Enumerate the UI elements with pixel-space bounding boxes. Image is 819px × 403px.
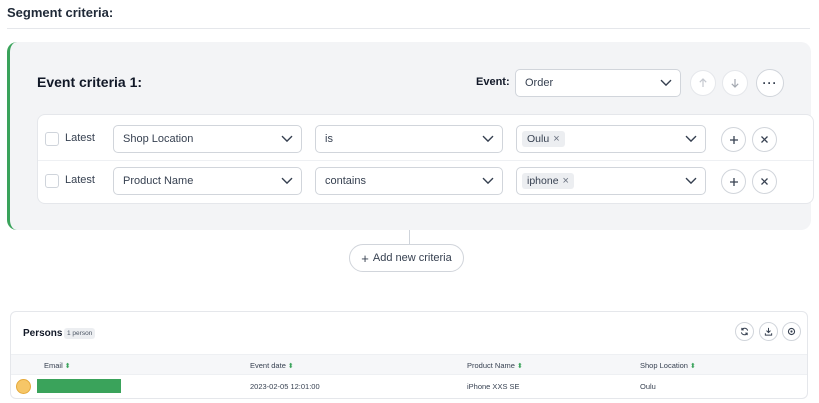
event-label: Event: [476, 76, 510, 88]
persons-card: Persons 1 person Email ⬍ Event date ⬍ Prod… [10, 311, 808, 399]
value-chip: Oulu × [522, 131, 565, 147]
latest-label: Latest [65, 174, 95, 186]
more-options-button[interactable]: ··· [756, 69, 784, 97]
criteria-row: Latest Product Name contains iphone × [38, 160, 813, 201]
latest-checkbox[interactable] [45, 132, 59, 146]
chevron-down-icon [482, 177, 494, 185]
remove-chip-icon[interactable]: × [563, 175, 569, 187]
chevron-down-icon [660, 79, 672, 87]
sort-icon: ⬍ [64, 363, 71, 370]
operator-select-value: contains [325, 175, 366, 187]
event-date-cell: 2023-02-05 12:01:00 [250, 382, 320, 391]
segment-criteria-title: Segment criteria: [7, 5, 114, 20]
value-chip-label: iphone [527, 175, 559, 187]
remove-condition-button[interactable] [752, 127, 777, 152]
criteria-rows: Latest Shop Location is Oulu × Latest Pr… [37, 114, 814, 204]
event-select-value: Order [525, 77, 554, 89]
chevron-down-icon [685, 177, 697, 185]
move-up-button[interactable] [690, 70, 716, 96]
download-icon [764, 327, 773, 336]
plus-icon: + [361, 250, 369, 266]
event-select[interactable]: Order [515, 69, 681, 97]
chevron-down-icon [281, 135, 293, 143]
remove-chip-icon[interactable]: × [553, 133, 559, 145]
value-chip: iphone × [522, 173, 574, 189]
product-name-cell: iPhone XXS SE [467, 382, 520, 391]
column-header-event-date[interactable]: Event date ⬍ [250, 361, 294, 370]
move-down-button[interactable] [722, 70, 748, 96]
value-chip-label: Oulu [527, 133, 550, 145]
chevron-down-icon [482, 135, 494, 143]
plus-icon [729, 135, 738, 144]
add-condition-button[interactable] [721, 169, 746, 194]
gear-icon [787, 327, 796, 336]
event-criteria-title: Event criteria 1: [37, 74, 143, 90]
close-icon [761, 136, 768, 143]
plus-icon [729, 177, 738, 186]
add-condition-button[interactable] [721, 127, 746, 152]
value-select[interactable]: iphone × [516, 167, 706, 195]
sort-icon: ⬍ [287, 363, 294, 370]
operator-select[interactable]: is [315, 125, 503, 153]
redacted-email [37, 379, 121, 393]
download-button[interactable] [759, 322, 778, 341]
shop-location-cell: Oulu [640, 382, 656, 391]
avatar [16, 379, 31, 394]
latest-label: Latest [65, 132, 95, 144]
add-new-criteria-label: Add new criteria [372, 252, 452, 264]
field-select-value: Shop Location [123, 133, 194, 145]
refresh-icon [740, 327, 749, 336]
event-criteria-card: Event criteria 1: Event: Order ··· Lates… [7, 42, 814, 230]
value-select[interactable]: Oulu × [516, 125, 706, 153]
persons-title: Persons [23, 328, 63, 339]
ellipsis-icon: ··· [762, 76, 778, 90]
field-select[interactable]: Product Name [113, 167, 302, 195]
operator-select-value: is [325, 133, 333, 145]
connector-line [409, 230, 410, 244]
sort-icon: ⬍ [689, 363, 696, 370]
chevron-down-icon [685, 135, 697, 143]
arrow-up-icon [699, 78, 707, 87]
table-header: Email ⬍ Event date ⬍ Product Name ⬍ Shop Lo… [11, 354, 807, 375]
column-header-product-name[interactable]: Product Name ⬍ [467, 361, 523, 370]
refresh-button[interactable] [735, 322, 754, 341]
settings-button[interactable] [782, 322, 801, 341]
arrow-down-icon [731, 79, 739, 88]
field-select-value: Product Name [123, 175, 194, 187]
chevron-down-icon [281, 177, 293, 185]
sort-icon: ⬍ [516, 363, 523, 370]
field-select[interactable]: Shop Location [113, 125, 302, 153]
person-count-badge: 1 person [64, 328, 96, 339]
add-new-criteria-button[interactable]: + Add new criteria [349, 244, 464, 272]
latest-checkbox[interactable] [45, 174, 59, 188]
column-header-email[interactable]: Email ⬍ [44, 361, 71, 370]
close-icon [761, 178, 768, 185]
divider [7, 28, 810, 29]
operator-select[interactable]: contains [315, 167, 503, 195]
column-header-shop-location[interactable]: Shop Location ⬍ [640, 361, 696, 370]
criteria-row: Latest Shop Location is Oulu × [38, 119, 813, 160]
remove-condition-button[interactable] [752, 169, 777, 194]
